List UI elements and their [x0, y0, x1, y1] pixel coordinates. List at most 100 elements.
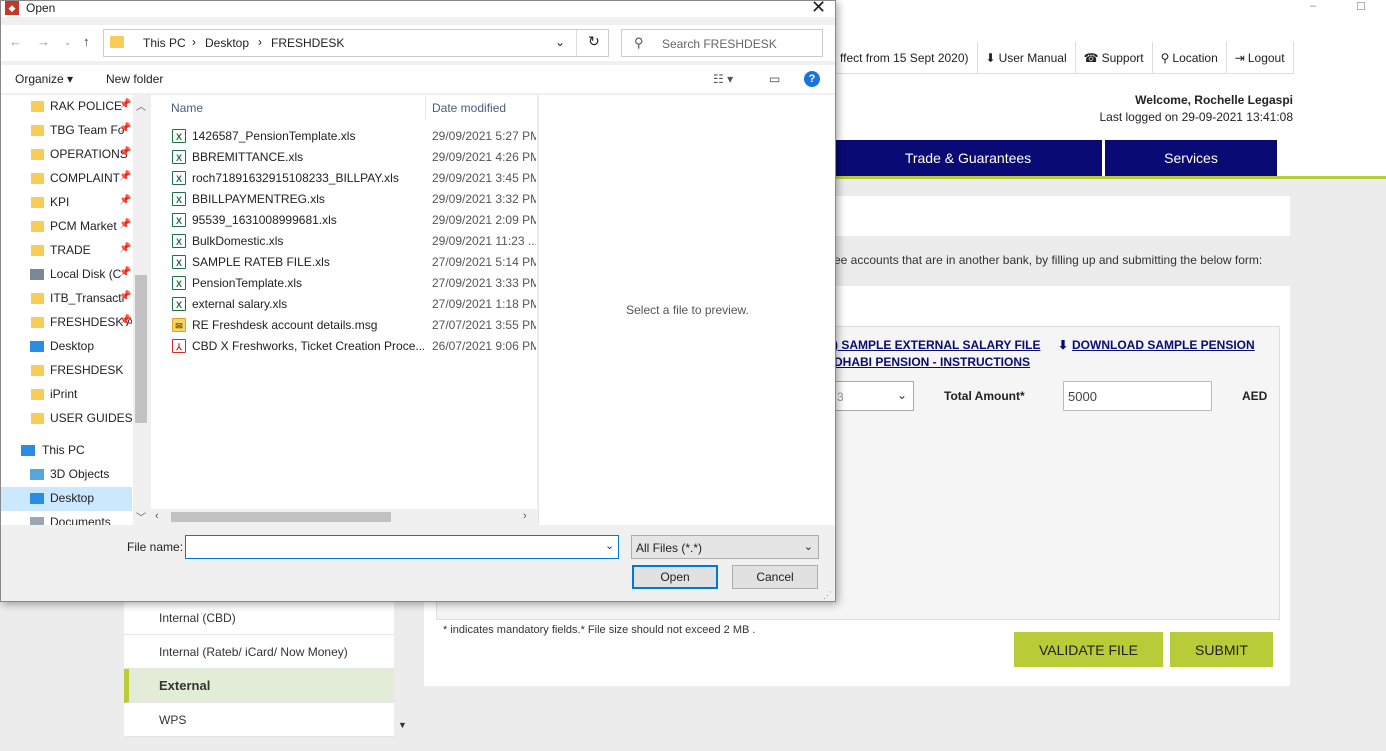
new-folder-button[interactable]: New folder — [106, 72, 163, 86]
nav-item[interactable]: TBG Team Fo 📌 — [1, 119, 132, 143]
nav-item[interactable]: Local Disk (C 📌 — [1, 263, 132, 287]
file-row[interactable]: Xroch71891632915108233_BILLPAY.xls 29/09/… — [151, 168, 537, 189]
chevron-down-icon: ⌄ — [803, 541, 813, 553]
excel-file-icon: X — [172, 297, 186, 311]
topnav-item[interactable]: ⬇ User Manual — [978, 41, 1076, 74]
pin-icon: 📌 — [119, 267, 132, 278]
file-row[interactable]: X BBREMITTANCE.xls 29/09/2021 4:26 PM — [151, 147, 537, 168]
up-arrow-icon[interactable]: ↑ — [83, 34, 90, 49]
cancel-button[interactable]: Cancel — [732, 565, 818, 589]
recent-locations-chevron-icon[interactable]: ⌄ — [64, 37, 72, 48]
file-row[interactable]: ✉ RE Freshdesk account details.msg 27/07/2… — [151, 315, 537, 336]
breadcrumb-desktop[interactable]: Desktop — [205, 36, 249, 50]
minimize-icon[interactable]: – — [1310, 0, 1316, 12]
nav-item[interactable]: RAK POLICE 📌 — [1, 95, 132, 119]
scroll-down-icon[interactable]: ▼ — [398, 720, 407, 730]
refresh-icon[interactable]: ↻ — [588, 33, 600, 50]
view-options-icon[interactable]: ☷ ▾ — [713, 72, 733, 86]
organize-button[interactable]: Organize ▾ — [15, 72, 73, 86]
address-dropdown-icon[interactable]: ⌄ — [555, 35, 565, 49]
scroll-left-icon[interactable]: ‹ — [155, 510, 159, 522]
topnav-item[interactable]: ⇥ Logout — [1227, 41, 1294, 74]
help-icon[interactable]: ? — [804, 71, 820, 87]
nav-item[interactable]: Desktop — [1, 335, 132, 359]
nav-item-label: Documents — [50, 515, 111, 525]
file-row[interactable]: X BulkDomestic.xls 29/09/2021 11:23 ... — [151, 231, 537, 252]
file-name-dropdown-icon[interactable]: ⌄ — [605, 539, 614, 552]
total-amount-input[interactable] — [1063, 381, 1212, 411]
nav-item[interactable]: PCM Market 📌 — [1, 215, 132, 239]
file-type-select[interactable]: All Files (*.*) ⌄ — [631, 535, 819, 559]
nav-item[interactable]: 3D Objects — [1, 463, 132, 487]
topnav-label: User Manual — [998, 50, 1067, 65]
nav-item[interactable]: Desktop — [1, 487, 132, 511]
search-box[interactable]: ⚲ Search FRESHDESK — [621, 29, 823, 57]
nav-item[interactable]: USER GUIDES FR — [1, 407, 132, 431]
download-external-salary-link[interactable]: ) SAMPLE EXTERNAL SALARY FILE — [834, 338, 1040, 352]
file-date: 29/09/2021 4:26 PM — [432, 150, 536, 164]
submit-button[interactable]: SUBMIT — [1170, 632, 1273, 667]
tab-trade-guarantees[interactable]: Trade & Guarantees — [834, 140, 1102, 176]
nav-item[interactable]: KPI 📌 — [1, 191, 132, 215]
scroll-thumb[interactable] — [171, 512, 391, 522]
nav-item[interactable]: iPrint — [1, 383, 132, 407]
file-name-input[interactable] — [185, 535, 619, 559]
close-icon[interactable]: ✕ — [811, 0, 826, 18]
tab-services[interactable]: Services — [1105, 140, 1277, 176]
file-row[interactable]: Xexternal salary.xls 27/09/2021 1:18 PM — [151, 294, 537, 315]
file-row[interactable]: X BBILLPAYMENTREG.xls 29/09/2021 3:32 PM — [151, 189, 537, 210]
address-bar[interactable]: This PC › Desktop › FRESHDESK ⌄ ↻ — [103, 29, 609, 57]
preview-pane-icon[interactable]: ▭ — [769, 72, 780, 86]
scroll-right-icon[interactable]: › — [523, 510, 527, 522]
side-menu-item[interactable]: Internal (CBD) — [124, 601, 394, 635]
topnav-item[interactable]: ☎ Support — [1076, 41, 1153, 74]
folder-icon — [31, 317, 44, 328]
breadcrumb-this-pc[interactable]: This PC — [143, 36, 186, 50]
download-pension-link[interactable]: DOWNLOAD SAMPLE PENSION — [1072, 338, 1255, 352]
column-header-date[interactable]: Date modified — [432, 101, 506, 115]
maximize-icon[interactable]: ☐ — [1356, 0, 1366, 13]
file-name: BBREMITTANCE.xls — [192, 150, 304, 164]
record-count-select[interactable]: 3 ⌄ — [834, 381, 914, 411]
side-menu-item[interactable]: Internal (Rateb/ iCard/ Now Money) — [124, 635, 394, 669]
side-menu-item[interactable]: WPS — [124, 703, 394, 737]
column-header-name[interactable]: Name — [171, 101, 203, 115]
topnav-item[interactable]: ⚲ Location — [1153, 41, 1227, 74]
nav-item[interactable]: ITB_Transacti 📌 — [1, 287, 132, 311]
navigation-pane: RAK POLICE 📌 TBG Team Fo 📌 OPERATIONS 📌 COMPLA… — [1, 95, 149, 525]
nav-item[interactable]: TRADE 📌 — [1, 239, 132, 263]
open-file-dialog: ◆ Open ✕ ← → ⌄ ↑ This PC › Desktop › FRE… — [0, 0, 836, 602]
pension-instructions-link[interactable]: DHABI PENSION - INSTRUCTIONS — [834, 355, 1030, 369]
nav-item[interactable]: FRESHDESK — [1, 359, 132, 383]
nav-item[interactable]: Documents — [1, 511, 132, 525]
topnav-label: Location — [1172, 50, 1218, 65]
topnav-item[interactable]: ffect from 15 Sept 2020) — [832, 41, 978, 74]
file-row[interactable]: X 95539_1631008999681.xls 29/09/2021 2:09 … — [151, 210, 537, 231]
open-button[interactable]: Open — [632, 565, 718, 589]
file-date: 29/09/2021 11:23 ... — [432, 234, 536, 248]
nav-item[interactable]: COMPLAINT 📌 — [1, 167, 132, 191]
nav-item[interactable]: This PC — [1, 439, 132, 463]
file-date: 27/09/2021 1:18 PM — [432, 297, 536, 311]
file-list-horizontal-scrollbar[interactable]: ‹ › — [151, 509, 537, 525]
file-row[interactable]: X 1426587_PensionTemplate.xls 29/09/2021 5… — [151, 126, 537, 147]
nav-item[interactable]: FRESHDESK A 📌 — [1, 311, 132, 335]
nav-vertical-scrollbar[interactable]: ︿ ﹀ — [133, 95, 149, 525]
side-menu-item[interactable]: External — [124, 669, 394, 703]
scroll-thumb[interactable] — [135, 275, 147, 423]
file-row[interactable]: ⅄ CBD X Freshworks, Ticket Creation Proce… — [151, 336, 537, 357]
nav-item-label: This PC — [42, 443, 85, 457]
file-row[interactable]: X SAMPLE RATEB FILE.xls 27/09/2021 5:14 PM — [151, 252, 537, 273]
nav-item-label: Desktop — [50, 491, 95, 505]
column-separator[interactable] — [425, 95, 426, 119]
forward-arrow-icon[interactable]: → — [37, 34, 50, 49]
resize-grip-icon[interactable]: ⋰ — [823, 590, 832, 601]
scroll-up-icon[interactable]: ︿ — [136, 98, 146, 113]
scroll-down-icon[interactable]: ﹀ — [136, 509, 146, 524]
breadcrumb-freshdesk[interactable]: FRESHDESK — [271, 36, 344, 50]
file-row[interactable]: X PensionTemplate.xls 27/09/2021 3:33 PM — [151, 273, 537, 294]
validate-file-button[interactable]: VALIDATE FILE — [1014, 632, 1163, 667]
nav-item[interactable]: OPERATIONS 📌 — [1, 143, 132, 167]
back-arrow-icon[interactable]: ← — [9, 34, 22, 49]
file-name: RE Freshdesk account details.msg — [192, 318, 378, 332]
